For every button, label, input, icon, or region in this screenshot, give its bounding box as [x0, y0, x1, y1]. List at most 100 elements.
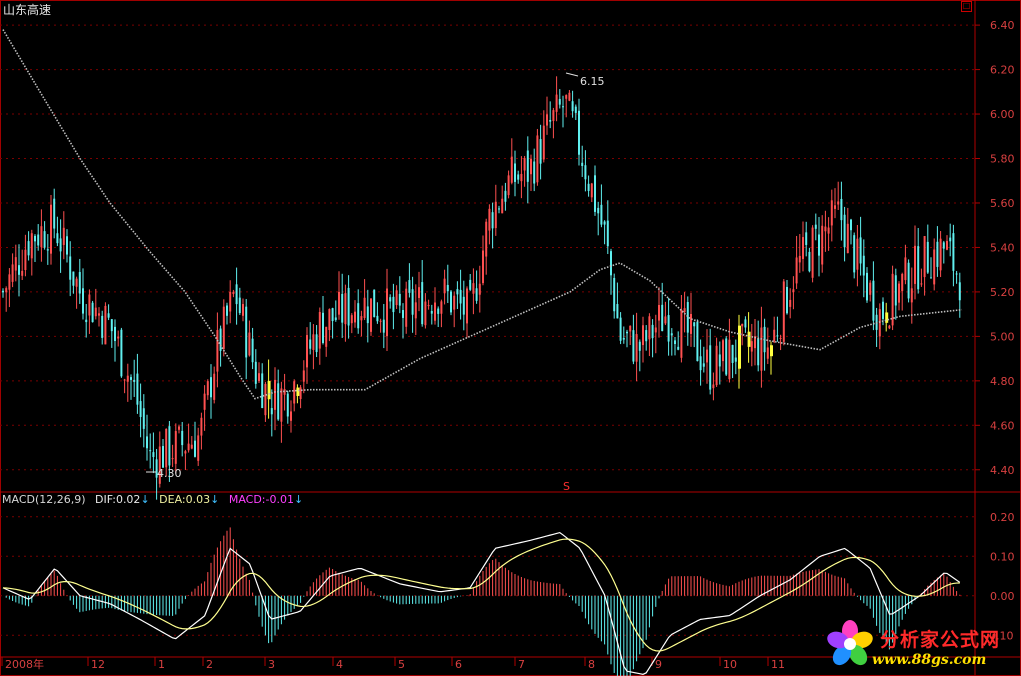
candle-body [782, 281, 785, 342]
candle-body [904, 257, 907, 281]
candle-body [11, 264, 14, 282]
candle-body [152, 452, 155, 458]
candle-body [923, 236, 926, 278]
candle-body [120, 329, 123, 377]
candle-body [699, 356, 702, 371]
price-tick-label: 4.40 [990, 464, 1015, 477]
macd-legend: MACD(12,26,9) DIF:0.02↓ DEA:0.03↓ MACD:-… [2, 493, 309, 506]
candle-body [862, 255, 865, 276]
candle-body [360, 316, 363, 321]
candle-body [302, 370, 305, 382]
candle-body [379, 320, 382, 322]
candle-body [821, 225, 824, 265]
candle-body [530, 158, 532, 175]
candle-body [936, 241, 939, 267]
candle-body [130, 377, 132, 380]
candle-body [226, 305, 228, 316]
candle-body [18, 265, 20, 275]
candle-body [254, 361, 257, 384]
candle-body [578, 110, 580, 155]
candle-body [389, 297, 392, 302]
candle-body [677, 346, 680, 350]
candle-body [856, 238, 859, 270]
restore-icon[interactable]: □ [961, 1, 972, 12]
candle-body [786, 286, 788, 314]
candle-body [165, 428, 168, 468]
candle-body [5, 288, 8, 293]
date-label: 1 [158, 658, 165, 671]
candle-body [171, 458, 174, 460]
candle-body [866, 272, 868, 301]
candle-body [616, 304, 619, 319]
candle-body [446, 284, 449, 292]
candle-body [514, 163, 516, 182]
candle-body [645, 330, 648, 342]
price-tick-label: 4.60 [990, 419, 1015, 432]
candle-body [136, 373, 139, 405]
candle-body [414, 302, 417, 319]
candle-body [952, 233, 955, 271]
candle-body [718, 354, 721, 367]
candle-body [482, 250, 484, 284]
candle-body [773, 329, 776, 342]
price-tick-label: 6.20 [990, 64, 1015, 77]
candle-body [53, 198, 56, 229]
candle-body [232, 291, 235, 295]
candle-body [808, 251, 811, 272]
candle-body [501, 198, 504, 214]
candle-body [91, 302, 94, 323]
watermark-site-name: 分析家公式网 [880, 629, 1001, 651]
candle-body [126, 375, 129, 382]
candle-body [859, 237, 862, 264]
candle-body [312, 334, 315, 350]
candle-body [286, 393, 289, 417]
candle-body [184, 451, 187, 454]
candle-body [674, 340, 676, 345]
date-label: 6 [455, 658, 462, 671]
candle-body [606, 220, 609, 247]
candle-body [402, 310, 404, 318]
candle-body [14, 257, 17, 271]
candle-body [78, 272, 81, 294]
candle-body [776, 335, 779, 337]
dea-value: DEA:0.03↓ [159, 493, 220, 506]
candle-body [680, 309, 683, 358]
candle-body [619, 317, 622, 341]
candle-body [552, 110, 555, 121]
candle-body [715, 345, 718, 386]
candle-body [453, 295, 456, 310]
date-label: 2008年 [5, 657, 44, 671]
candle-body [98, 313, 100, 316]
candle-body [293, 381, 296, 404]
candle-body [613, 277, 616, 312]
macd-value: MACD:-0.01↓ [228, 493, 304, 506]
candle-body [542, 125, 545, 160]
candle-body [251, 338, 254, 363]
price-tick-label: 5.00 [990, 330, 1015, 343]
candle-body [8, 274, 11, 290]
candle-body [456, 289, 459, 295]
flower-logo-icon [827, 620, 873, 666]
candle-body [824, 226, 827, 232]
candle-body [853, 235, 856, 273]
candle-body [334, 317, 337, 320]
candle-body [424, 301, 427, 326]
price-tick-label: 6.00 [990, 108, 1015, 121]
price-tick-label: 5.40 [990, 241, 1015, 254]
candle-body [376, 315, 379, 322]
candle-body [830, 200, 833, 226]
candle-body [654, 327, 657, 333]
candle-body [318, 312, 321, 349]
price-tick-label: 4.80 [990, 375, 1015, 388]
candle-body [264, 383, 267, 416]
candle-body [658, 305, 660, 321]
candle-body [245, 306, 248, 358]
candle-body [869, 282, 872, 295]
candle-body [594, 175, 596, 212]
candle-body [133, 379, 136, 382]
candle-body [610, 251, 612, 276]
candle-body [277, 383, 280, 420]
candle-body [267, 380, 271, 400]
candle-body [750, 341, 753, 352]
candle-body [142, 408, 145, 429]
